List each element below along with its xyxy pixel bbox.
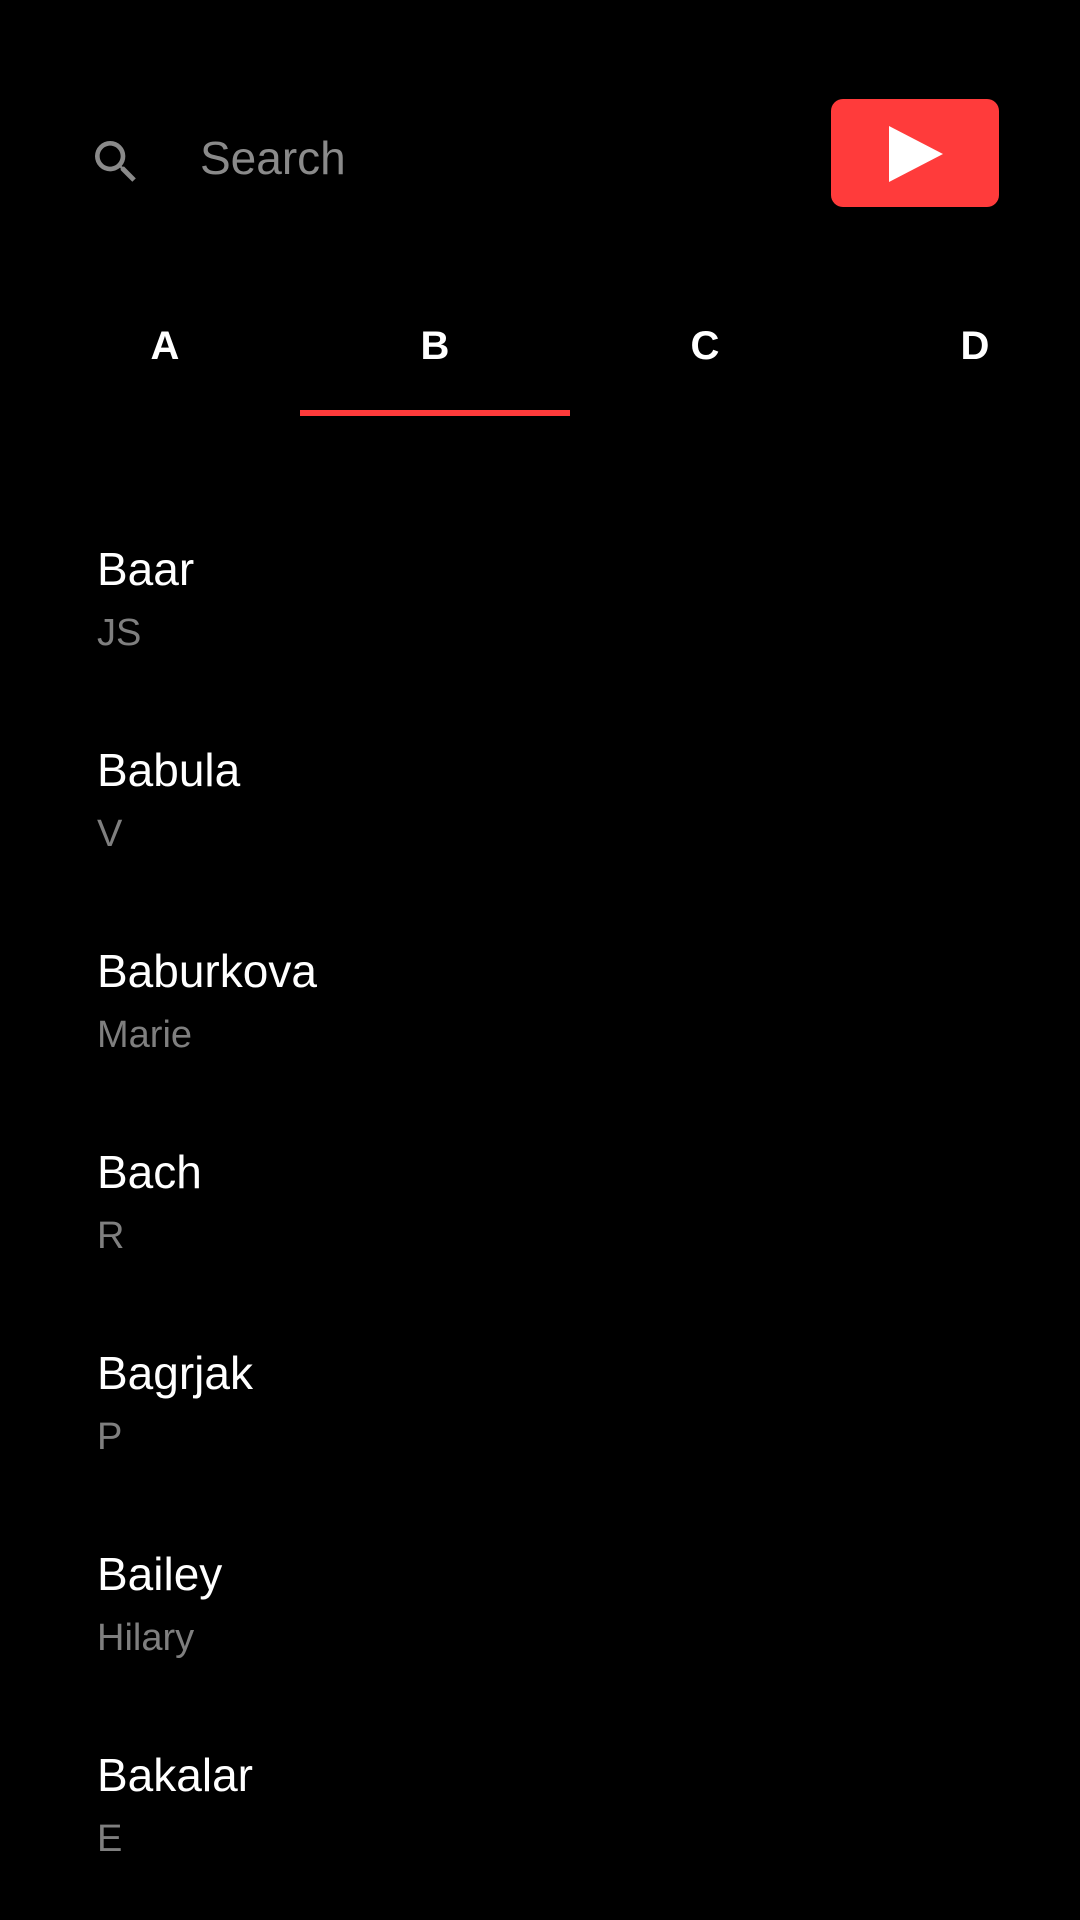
search-input[interactable] (200, 120, 800, 196)
item-title: Baar (97, 543, 195, 595)
tab-label: A (150, 324, 180, 368)
item-subtitle: E (97, 1818, 123, 1860)
item-subtitle: R (97, 1215, 125, 1257)
play-button[interactable] (831, 99, 999, 207)
list-item[interactable]: Bagrjak P (0, 1304, 1080, 1505)
name-list: Baar JS Babula V Baburkova Marie Bach R … (0, 500, 1080, 1907)
tab-selected-indicator (300, 410, 570, 416)
item-subtitle: P (97, 1416, 123, 1458)
search-icon[interactable] (88, 134, 144, 190)
item-title: Bach (97, 1146, 202, 1198)
item-subtitle: Marie (97, 1014, 193, 1056)
item-title: Bakalar (97, 1749, 253, 1801)
list-item[interactable]: Bakalar E (0, 1706, 1080, 1907)
item-subtitle: Hilary (97, 1617, 195, 1659)
list-item[interactable]: Baar JS (0, 500, 1080, 701)
list-item[interactable]: Babula V (0, 701, 1080, 902)
item-title: Baburkova (97, 945, 317, 997)
tab-label: B (420, 324, 450, 368)
tab-c[interactable]: C (570, 290, 840, 420)
item-title: Bagrjak (97, 1347, 253, 1399)
list-item[interactable]: Baburkova Marie (0, 902, 1080, 1103)
item-subtitle: JS (97, 612, 142, 654)
tab-d[interactable]: D (840, 290, 1080, 420)
alphabet-tabs: A B C D (0, 290, 1080, 430)
list-item[interactable]: Bailey Hilary (0, 1505, 1080, 1706)
play-icon (889, 126, 943, 182)
tab-a[interactable]: A (30, 290, 300, 420)
list-item[interactable]: Bach R (0, 1103, 1080, 1304)
tab-label: D (960, 324, 990, 368)
tab-b[interactable]: B (300, 290, 570, 420)
search-bar (0, 0, 1080, 240)
item-subtitle: V (97, 813, 123, 855)
item-title: Bailey (97, 1548, 223, 1600)
item-title: Babula (97, 744, 241, 796)
tab-label: C (690, 324, 720, 368)
